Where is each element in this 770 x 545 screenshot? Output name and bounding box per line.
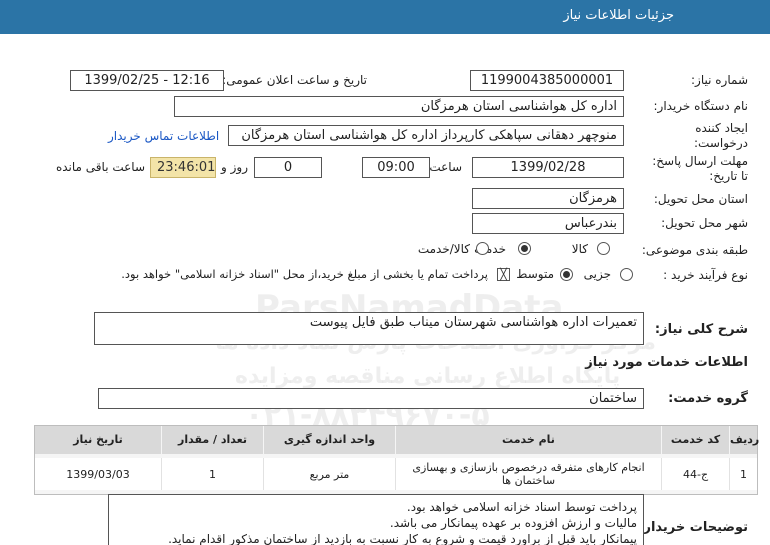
category-option-goods: کالا [571, 242, 588, 256]
announce-date-field: 1399/02/25 - 12:16 [70, 70, 224, 91]
category-option-goods-service: کالا/خدمت [417, 242, 470, 256]
remaining-time-field: 23:46:01 [150, 157, 216, 178]
col-header-row-num: ردیف [729, 426, 759, 454]
city-field: بندرعباس [472, 213, 624, 234]
page-header: جزئیات اطلاعات نیاز [0, 0, 770, 34]
need-number-field: 1199004385000001 [470, 70, 624, 91]
category-radio-service[interactable] [518, 242, 531, 255]
cell-quantity: 1 [161, 458, 263, 490]
remaining-time-label: ساعت باقی مانده [55, 160, 145, 174]
buyer-org-field: اداره کل هواشناسی استان هرمزگان [174, 96, 624, 117]
col-header-name: نام خدمت [395, 426, 661, 454]
table-header-row: ردیف کد خدمت نام خدمت واحد اندازه گیری ت… [35, 426, 759, 454]
buyer-notes-field: پرداخت توسط اسناد خزانه اسلامی خواهد بود… [108, 494, 644, 545]
col-header-code: کد خدمت [661, 426, 729, 454]
service-group-field: ساختمان [98, 388, 644, 409]
services-section-title: اطلاعات خدمات مورد نیاز [585, 355, 748, 370]
cell-unit: متر مربع [263, 458, 395, 490]
services-table: ردیف کد خدمت نام خدمت واحد اندازه گیری ت… [34, 425, 759, 495]
days-remaining-field: 0 [254, 157, 322, 178]
category-label: طبقه بندی موضوعی: [641, 243, 748, 257]
cell-name: انجام کارهای متفرقه درخصوص بازسازی و بهس… [395, 458, 661, 490]
province-field: هرمزگان [472, 188, 624, 209]
category-radio-goods-service[interactable] [476, 242, 489, 255]
creator-label-line1: ایجاد کننده [695, 121, 748, 135]
col-header-unit: واحد اندازه گیری [263, 426, 395, 454]
buyer-note-line-2: مالیات و ارزش افزوده بر عهده پیمانکار می… [389, 516, 637, 530]
deadline-time-label: ساعت [429, 160, 462, 174]
need-number-label: شماره نیاز: [691, 73, 748, 87]
announce-date-label: تاریخ و ساعت اعلان عمومی: [222, 73, 367, 87]
creator-label-line2: درخواست: [694, 136, 748, 150]
deadline-date-field: 1399/02/28 [472, 157, 624, 178]
city-label: شهر محل تحویل: [661, 216, 748, 230]
deadline-label-line2: تا تاریخ: [709, 169, 748, 183]
province-label: استان محل تحویل: [653, 192, 748, 206]
days-label: روز و [221, 160, 248, 174]
cell-row-num: 1 [729, 458, 757, 490]
process-radio-minor[interactable] [620, 268, 633, 281]
service-group-label: گروه خدمت: [668, 391, 748, 406]
table-row: 1 ج-44 انجام کارهای متفرقه درخصوص بازساز… [35, 454, 757, 494]
deadline-time-field: 09:00 [362, 157, 430, 178]
watermark-line-3: پایگاه اطلاع رسانی مناقصه ومزایده [235, 364, 621, 389]
buyer-note-line-3: پیمانکار باید قبل از براورد قیمت و شروع … [168, 532, 637, 545]
col-header-date: تاریخ نیاز [35, 426, 161, 454]
summary-field: تعمیرات اداره هواشناسی شهرستان میناب طبق… [94, 312, 644, 345]
buyer-contact-link[interactable]: اطلاعات تماس خریدار [108, 129, 219, 143]
cell-code: ج-44 [661, 458, 729, 490]
buyer-note-line-1: پرداخت توسط اسناد خزانه اسلامی خواهد بود… [406, 500, 637, 514]
creator-field: منوچهر دهقانی سپاهکی کارپرداز اداره کل ه… [228, 125, 624, 146]
payment-note: پرداخت تمام یا بخشی از مبلغ خرید،از محل … [121, 267, 488, 281]
deadline-label-line1: مهلت ارسال پاسخ: [652, 154, 748, 168]
process-radio-medium[interactable] [560, 268, 573, 281]
cell-date: 1399/03/03 [35, 458, 161, 490]
payment-checkbox[interactable]: ╳ [497, 268, 510, 281]
process-label: نوع فرآیند خرید : [663, 268, 748, 282]
buyer-org-label: نام دستگاه خریدار: [653, 99, 749, 113]
process-option-medium: متوسط [516, 267, 554, 281]
col-header-quantity: تعداد / مقدار [161, 426, 263, 454]
category-radio-goods[interactable] [597, 242, 610, 255]
summary-label: شرح کلی نیاز: [654, 322, 748, 337]
process-option-minor: جزیی [583, 267, 611, 281]
buyer-notes-label: توضیحات خریدار: [638, 520, 748, 535]
page-title: جزئیات اطلاعات نیاز [563, 8, 674, 23]
